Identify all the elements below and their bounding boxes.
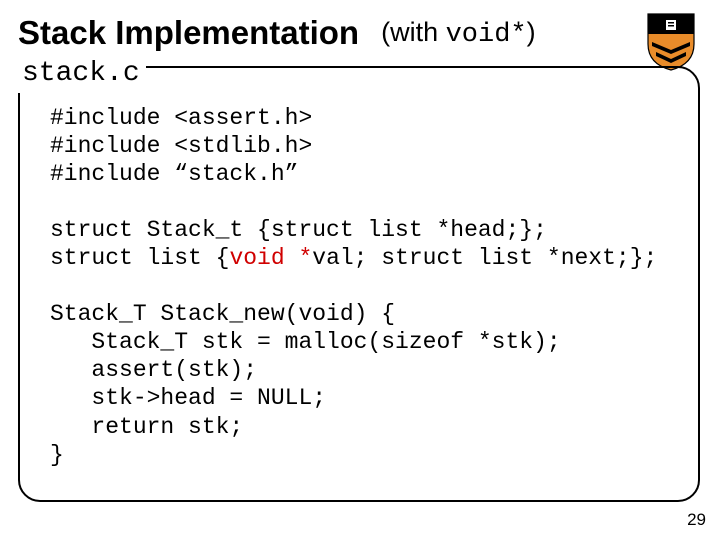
title-row: Stack Implementation (with void*) — [0, 0, 720, 52]
paren-open: (with — [381, 17, 446, 47]
code-line: Stack_T stk = malloc(sizeof *stk); — [50, 329, 561, 355]
code-highlight: void * — [229, 245, 312, 271]
filename-label: stack.c — [0, 58, 146, 93]
code-line: Stack_T Stack_new(void) { — [50, 301, 395, 327]
code-box: #include <assert.h> #include <stdlib.h> … — [18, 66, 700, 502]
code-listing: #include <assert.h> #include <stdlib.h> … — [50, 104, 684, 469]
code-line: #include <assert.h> — [50, 105, 312, 131]
code-line: assert(stk); — [50, 357, 257, 383]
code-line: struct Stack_t {struct list *head;}; — [50, 217, 547, 243]
code-frag: val; struct list *next;}; — [312, 245, 657, 271]
page-number: 29 — [687, 510, 706, 530]
paren-close: ) — [527, 17, 536, 47]
code-line: struct list {void *val; struct list *nex… — [50, 245, 657, 271]
code-line: stk->head = NULL; — [50, 385, 326, 411]
code-line: return stk; — [50, 414, 243, 440]
code-frag: struct list { — [50, 245, 229, 271]
princeton-shield-icon — [646, 12, 696, 72]
code-line: } — [50, 442, 64, 468]
paren-mono: void* — [446, 20, 527, 50]
code-line: #include <stdlib.h> — [50, 133, 312, 159]
title-main: Stack Implementation — [18, 14, 359, 52]
code-line: #include “stack.h” — [50, 161, 298, 187]
slide: Stack Implementation (with void*) #inclu… — [0, 0, 720, 540]
title-paren: (with void*) — [381, 17, 536, 50]
